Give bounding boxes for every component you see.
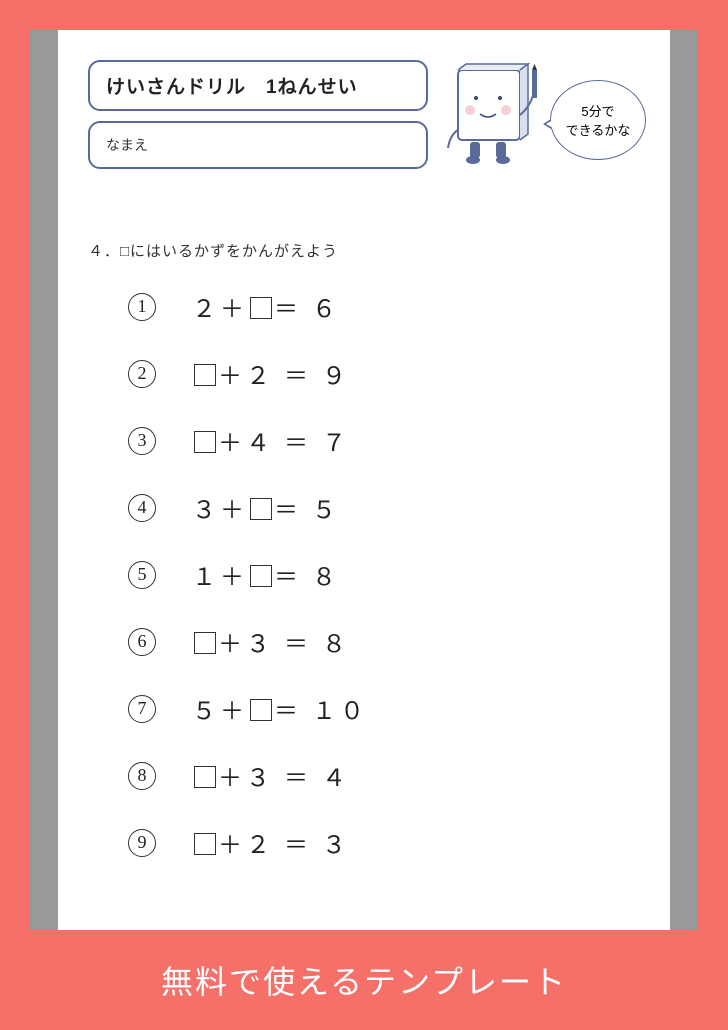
problem-row: 7 ５＋ ＝ １０	[128, 691, 640, 726]
right-shadow-bar	[670, 30, 698, 930]
problem-row: 2 ＋２ ＝ ９	[128, 356, 640, 391]
equation: ＋３ ＝ ８	[192, 624, 350, 659]
problem-row: 9 ＋２ ＝ ３	[128, 825, 640, 860]
equation: １＋ ＝ ８	[192, 557, 340, 592]
banner-text: 無料で使えるテンプレート	[161, 957, 567, 1003]
title-stack: けいさんドリル 1ねんせい なまえ	[88, 60, 428, 179]
eq-right: ＝ ６	[274, 297, 340, 323]
instruction-text: ４．□にはいるかずをかんがえよう	[88, 240, 640, 261]
eq-right: ＋２ ＝ ３	[218, 833, 350, 859]
footer-banner: 無料で使えるテンプレート	[0, 930, 728, 1030]
blank-box[interactable]	[250, 498, 272, 520]
problem-row: 5 １＋ ＝ ８	[128, 557, 640, 592]
equation: ＋２ ＝ ９	[192, 356, 350, 391]
blank-box[interactable]	[194, 833, 216, 855]
worksheet-page: けいさんドリル 1ねんせい なまえ	[58, 30, 670, 930]
equation: ５＋ ＝ １０	[192, 691, 368, 726]
eq-right: ＋２ ＝ ９	[218, 364, 350, 390]
equation: ２＋ ＝ ６	[192, 289, 340, 324]
problem-row: 1 ２＋ ＝ ６	[128, 289, 640, 324]
blank-box[interactable]	[250, 297, 272, 319]
blank-box[interactable]	[250, 565, 272, 587]
equation: ＋３ ＝ ４	[192, 758, 350, 793]
left-shadow-bar	[30, 30, 58, 930]
problem-number: 4	[128, 494, 156, 522]
document-wrap: けいさんドリル 1ねんせい なまえ	[30, 30, 698, 930]
worksheet-title-box: けいさんドリル 1ねんせい	[88, 60, 428, 111]
header-row: けいさんドリル 1ねんせい なまえ	[88, 60, 640, 190]
eq-left: ３＋	[192, 498, 248, 524]
blank-box[interactable]	[194, 364, 216, 386]
problem-list: 1 ２＋ ＝ ６ 2 ＋２ ＝ ９ 3 ＋４ ＝ ７ 4 ３＋ ＝ ５ 5 １＋ ＝ ８ 6 ＋３ ＝ ８ 7…	[88, 289, 640, 860]
equation: ＋４ ＝ ７	[192, 423, 350, 458]
outer-frame: けいさんドリル 1ねんせい なまえ	[0, 0, 728, 1030]
blank-box[interactable]	[194, 766, 216, 788]
name-box: なまえ	[88, 121, 428, 169]
problem-row: 3 ＋４ ＝ ７	[128, 423, 640, 458]
bubble-line-1: 5分で	[581, 101, 614, 120]
problem-row: 4 ３＋ ＝ ５	[128, 490, 640, 525]
eq-right: ＝ １０	[274, 699, 368, 725]
eq-left: ５＋	[192, 699, 248, 725]
problem-number: 6	[128, 628, 156, 656]
eq-right: ＝ ８	[274, 565, 340, 591]
blank-box[interactable]	[194, 431, 216, 453]
equation: ３＋ ＝ ５	[192, 490, 340, 525]
problem-number: 7	[128, 695, 156, 723]
problem-number: 3	[128, 427, 156, 455]
eq-right: ＋３ ＝ ８	[218, 632, 350, 658]
eq-right: ＝ ５	[274, 498, 340, 524]
problem-row: 6 ＋３ ＝ ８	[128, 624, 640, 659]
mascot-area: 5分で できるかな	[440, 60, 640, 190]
problem-number: 9	[128, 829, 156, 857]
worksheet-title: けいさんドリル 1ねんせい	[106, 77, 358, 98]
blank-box[interactable]	[194, 632, 216, 654]
eq-right: ＋３ ＝ ４	[218, 766, 350, 792]
equation: ＋２ ＝ ３	[192, 825, 350, 860]
problem-row: 8 ＋３ ＝ ４	[128, 758, 640, 793]
problem-number: 8	[128, 762, 156, 790]
notebook-mascot-icon	[440, 60, 550, 190]
eq-right: ＋４ ＝ ７	[218, 431, 350, 457]
eq-left: １＋	[192, 565, 248, 591]
speech-bubble: 5分で できるかな	[550, 80, 646, 160]
bubble-line-2: できるかな	[566, 120, 631, 139]
problem-number: 5	[128, 561, 156, 589]
blank-box[interactable]	[250, 699, 272, 721]
problem-number: 2	[128, 360, 156, 388]
problem-number: 1	[128, 293, 156, 321]
name-label: なまえ	[106, 139, 148, 154]
eq-left: ２＋	[192, 297, 248, 323]
